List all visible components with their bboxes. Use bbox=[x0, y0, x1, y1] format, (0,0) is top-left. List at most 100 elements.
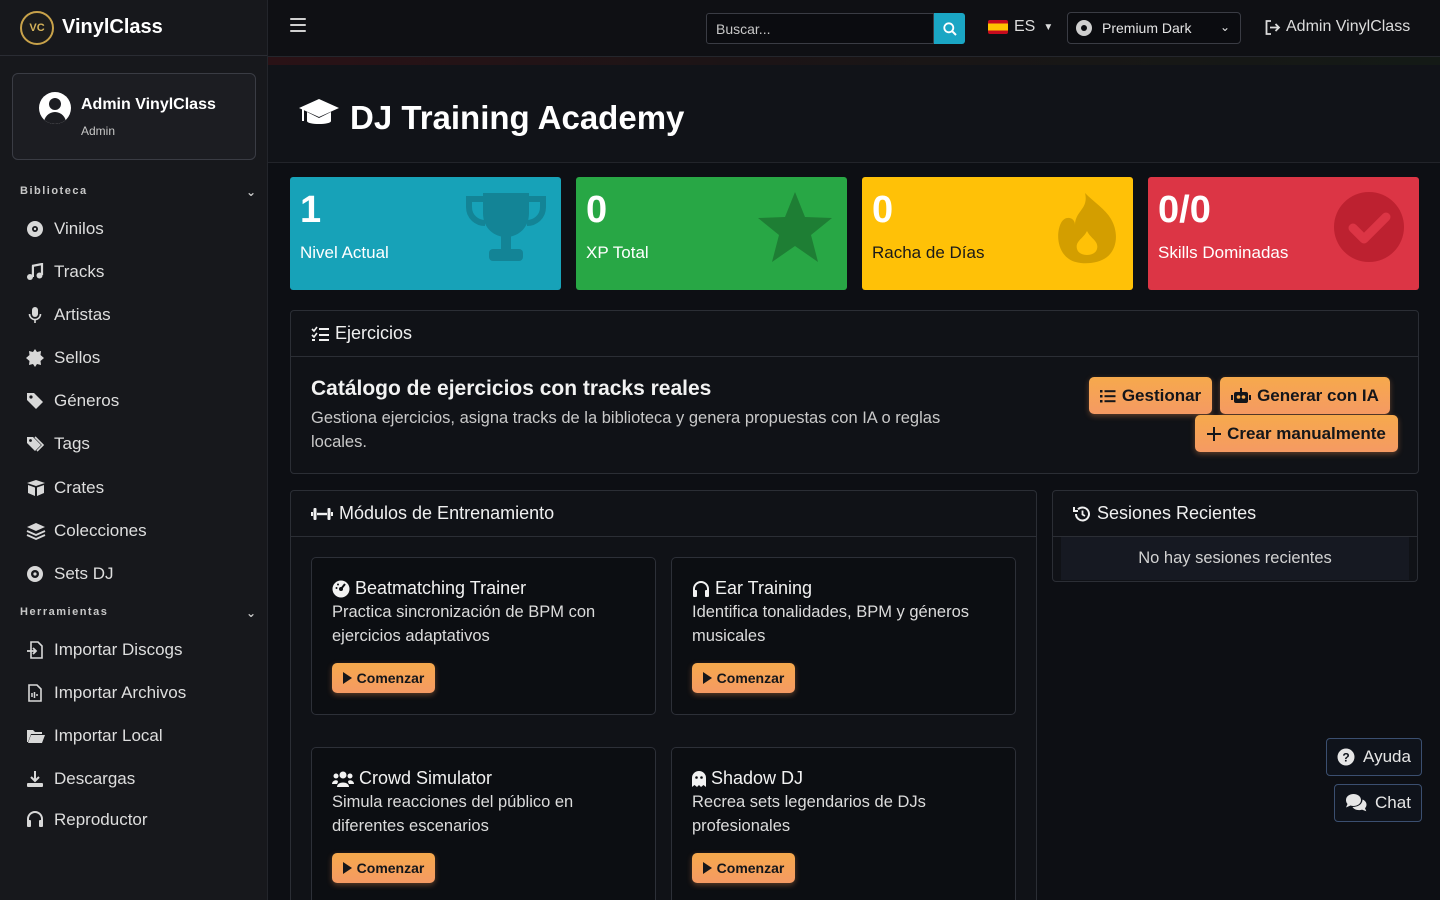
sidebar-item-tracks[interactable]: Tracks bbox=[26, 260, 104, 284]
module-description: Simula reacciones del público en diferen… bbox=[332, 793, 574, 835]
start-shadow-dj-button[interactable]: Comenzar bbox=[692, 853, 795, 883]
brand-logo: VC bbox=[20, 10, 54, 45]
sidebar-item-reproductor[interactable]: Reproductor bbox=[26, 810, 148, 828]
sidebar-item-tags[interactable]: Tags bbox=[26, 432, 90, 456]
create-manual-label: Crear manualmente bbox=[1227, 423, 1386, 443]
download-icon bbox=[26, 770, 54, 788]
stat-label: Racha de Días bbox=[872, 243, 985, 262]
theme-select[interactable]: Premium Dark ⌄ bbox=[1067, 12, 1241, 44]
start-ear-training-button[interactable]: Comenzar bbox=[692, 663, 795, 693]
start-label: Comenzar bbox=[356, 670, 425, 686]
list-icon bbox=[1099, 389, 1116, 403]
module-title-text: Ear Training bbox=[715, 578, 813, 598]
spain-flag-icon bbox=[988, 20, 1008, 34]
section-biblioteca-title: Biblioteca bbox=[20, 185, 88, 197]
empty-sessions-message: No hay sesiones recientes bbox=[1061, 537, 1409, 580]
certificate-icon bbox=[26, 349, 54, 367]
section-biblioteca[interactable]: Biblioteca ⌄ bbox=[20, 185, 256, 199]
sidebar-item-importar-local[interactable]: Importar Local bbox=[26, 724, 163, 748]
plus-icon bbox=[1207, 426, 1222, 441]
sidebar-item-vinilos[interactable]: Vinilos bbox=[26, 217, 104, 241]
stat-value: 0 bbox=[586, 189, 608, 231]
question-circle-icon: ? bbox=[1337, 748, 1355, 766]
recent-sessions-header: Sesiones Recientes bbox=[1053, 491, 1417, 537]
start-crowd-simulator-button[interactable]: Comenzar bbox=[332, 853, 435, 883]
training-modules-card: Módulos de Entrenamiento Beatmatching Tr… bbox=[290, 490, 1037, 900]
page-title-wrap: DJ Training Academy bbox=[298, 97, 684, 139]
tags-icon bbox=[26, 435, 54, 453]
sidebar-item-label: Crates bbox=[54, 478, 105, 497]
stat-label: XP Total bbox=[586, 243, 649, 262]
module-title-text: Beatmatching Trainer bbox=[355, 578, 527, 598]
start-beatmatching-button[interactable]: Comenzar bbox=[332, 663, 435, 693]
file-import-icon bbox=[26, 641, 54, 659]
sidebar-item-sellos[interactable]: Sellos bbox=[26, 346, 100, 370]
recent-sessions-card: Sesiones Recientes No hay sesiones recie… bbox=[1052, 490, 1418, 582]
trophy-icon bbox=[465, 191, 547, 268]
microphone-icon bbox=[26, 306, 54, 324]
stat-value: 0/0 bbox=[1158, 189, 1211, 231]
start-label: Comenzar bbox=[716, 860, 785, 876]
language-selector[interactable]: ES ▼ bbox=[988, 18, 1053, 36]
theme-value: Premium Dark bbox=[1102, 20, 1192, 36]
sidebar-item-importar-discogs[interactable]: Importar Discogs bbox=[26, 638, 182, 662]
chat-button[interactable]: Chat bbox=[1334, 784, 1422, 822]
generate-ai-button[interactable]: Generar con IA bbox=[1220, 377, 1390, 414]
catalog-description: Gestiona ejercicios, asigna tracks de la… bbox=[311, 409, 941, 451]
sidebar-item-label: Sellos bbox=[54, 348, 101, 367]
comments-icon bbox=[1345, 794, 1367, 812]
sidebar-item-colecciones[interactable]: Colecciones bbox=[26, 519, 147, 543]
sidebar-item-label: Tags bbox=[54, 434, 90, 453]
sidebar-item-descargas[interactable]: Descargas bbox=[26, 767, 135, 791]
module-title: Crowd Simulator bbox=[332, 768, 492, 789]
dumbbell-icon bbox=[311, 506, 333, 522]
module-card-shadow-dj: Shadow DJ Recrea sets legendarios de DJs… bbox=[671, 747, 1016, 900]
create-manual-button[interactable]: Crear manualmente bbox=[1195, 415, 1398, 452]
sidebar-item-sets-dj[interactable]: Sets DJ bbox=[26, 562, 114, 586]
help-button[interactable]: ? Ayuda bbox=[1326, 738, 1422, 776]
gauge-icon bbox=[332, 580, 350, 598]
exercises-card: Ejercicios Catálogo de ejercicios con tr… bbox=[290, 310, 1419, 474]
sidebar-item-label: Colecciones bbox=[54, 521, 147, 540]
sidebar-item-importar-archivos[interactable]: Importar Archivos bbox=[26, 681, 186, 705]
stat-xp-total: 0 XP Total bbox=[576, 177, 847, 290]
robot-icon bbox=[1231, 387, 1252, 404]
sidebar-item-label: Géneros bbox=[54, 391, 120, 410]
account-link[interactable]: Admin VinylClass bbox=[1265, 18, 1410, 36]
section-herramientas[interactable]: Herramientas ⌄ bbox=[20, 606, 256, 620]
sidebar-item-crates[interactable]: Crates bbox=[26, 476, 104, 500]
search-button[interactable] bbox=[934, 13, 965, 44]
sidebar-item-generos[interactable]: Géneros bbox=[26, 389, 119, 413]
module-title-text: Shadow DJ bbox=[711, 768, 804, 788]
brand[interactable]: VC VinylClass bbox=[0, 0, 267, 56]
module-card-ear-training: Ear Training Identifica tonalidades, BPM… bbox=[671, 557, 1016, 715]
sidebar-item-label: Importar Local bbox=[54, 726, 163, 745]
stat-value: 0 bbox=[872, 189, 894, 231]
users-icon bbox=[332, 771, 354, 787]
check-circle-icon bbox=[1333, 191, 1405, 268]
module-description: Recrea sets legendarios de DJs profesion… bbox=[692, 793, 926, 835]
disc-icon bbox=[26, 220, 54, 238]
record-icon bbox=[26, 565, 54, 583]
module-title: Shadow DJ bbox=[692, 768, 803, 789]
sidebar-item-label: Tracks bbox=[54, 262, 105, 281]
sidebar-item-label: Vinilos bbox=[54, 219, 104, 238]
manage-label: Gestionar bbox=[1121, 385, 1202, 405]
star-icon bbox=[757, 191, 833, 268]
stat-skills-dominadas: 0/0 Skills Dominadas bbox=[1148, 177, 1419, 290]
recent-sessions-label: Sesiones Recientes bbox=[1097, 503, 1257, 523]
page-header: DJ Training Academy bbox=[268, 65, 1440, 163]
sign-out-icon bbox=[1265, 19, 1281, 35]
menu-toggle-icon[interactable] bbox=[290, 18, 306, 32]
user-card[interactable]: Admin VinylClass Admin bbox=[12, 73, 256, 160]
stat-racha-dias: 0 Racha de Días bbox=[862, 177, 1133, 290]
user-avatar-icon bbox=[39, 92, 71, 124]
stat-nivel-actual: 1 Nivel Actual bbox=[290, 177, 561, 290]
user-role: Admin bbox=[81, 124, 116, 138]
sidebar-item-artistas[interactable]: Artistas bbox=[26, 303, 111, 327]
chevron-down-icon: ⌄ bbox=[245, 185, 256, 199]
search-input[interactable] bbox=[706, 13, 934, 44]
manage-button[interactable]: Gestionar bbox=[1089, 377, 1212, 414]
sidebar-item-label: Sets DJ bbox=[54, 564, 114, 583]
file-audio-icon bbox=[26, 684, 54, 702]
